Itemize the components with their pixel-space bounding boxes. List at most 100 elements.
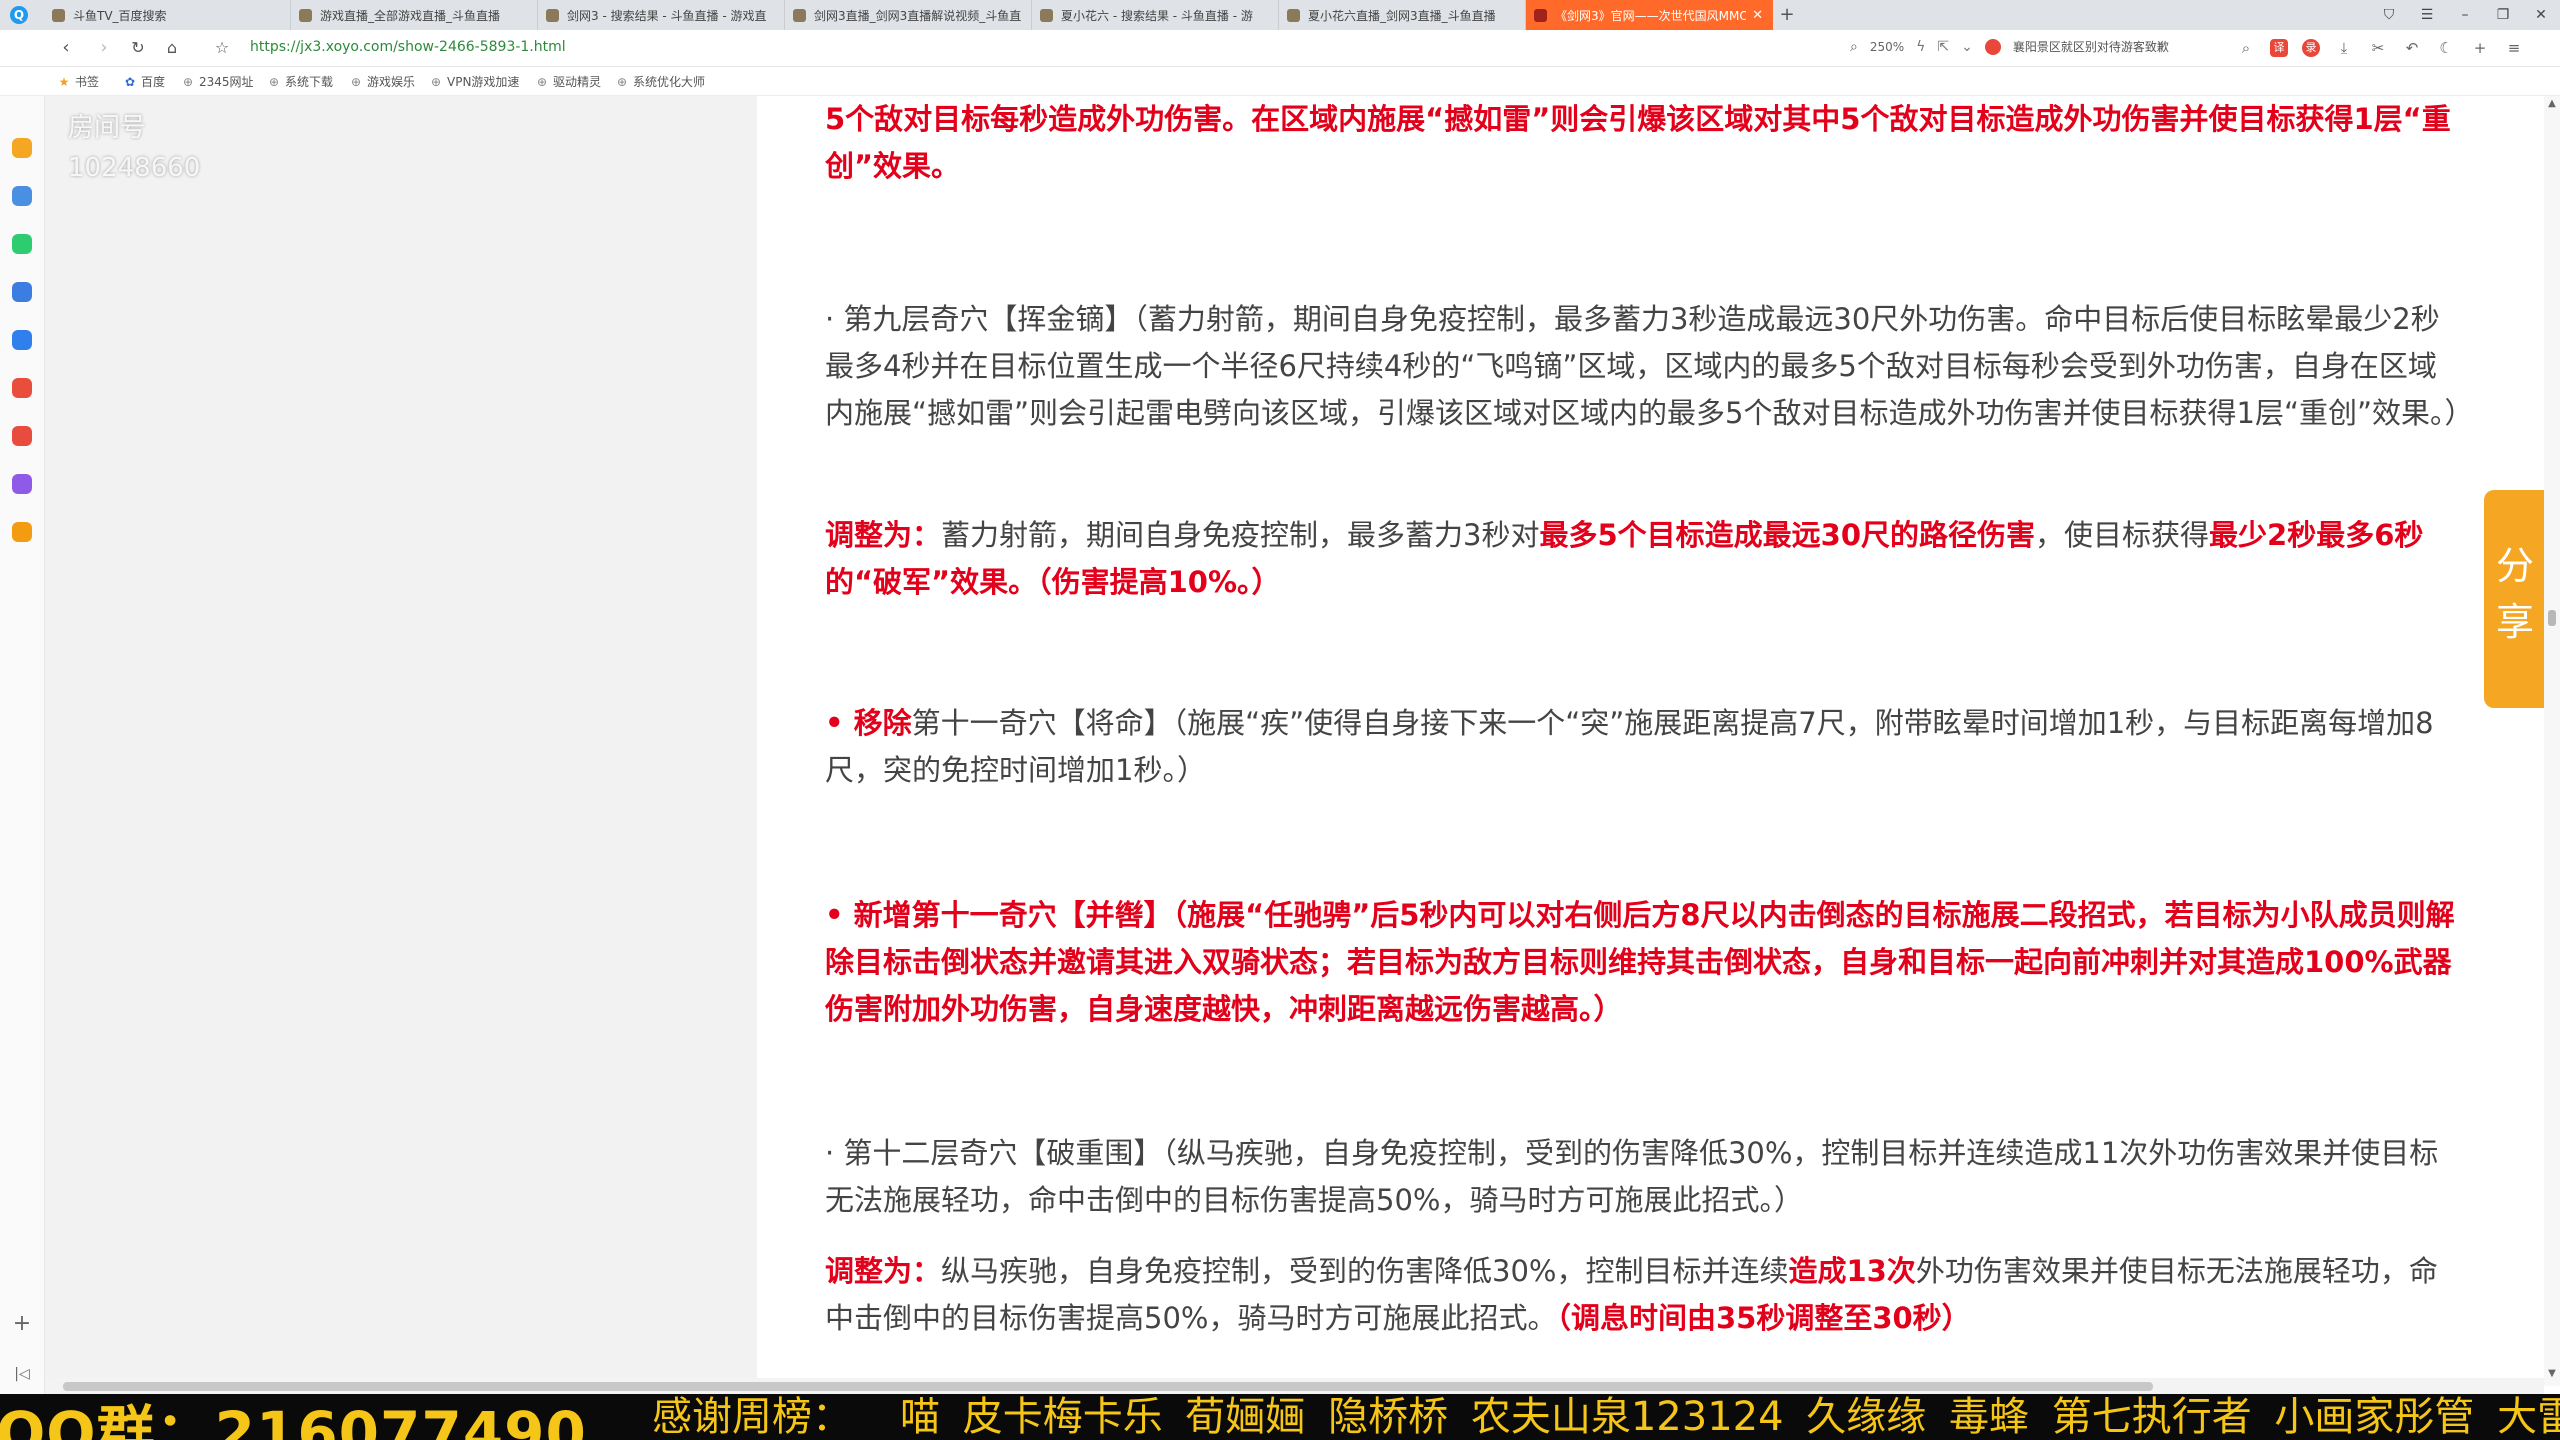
extension-icon[interactable]: 译: [2270, 39, 2288, 57]
wechat-icon[interactable]: [12, 234, 32, 254]
pdf-icon[interactable]: [12, 426, 32, 446]
tab-jx3-official[interactable]: 《剑网3》官网——次世代国风MMO ✕: [1526, 0, 1773, 30]
bookmark-item[interactable]: ⊕ 2345网址: [182, 73, 254, 90]
tab-close-icon[interactable]: ✕: [1752, 8, 1763, 23]
globe-icon: ⊕: [350, 74, 362, 89]
note-icon[interactable]: [12, 474, 32, 494]
window-controls: ⛉ ☰ – ❐ ✕: [2370, 0, 2560, 30]
vertical-scroll-thumb[interactable]: [2548, 610, 2556, 626]
tab-xiaohua-live[interactable]: 夏小花六直播_剑网3直播_斗鱼直播: [1279, 0, 1526, 30]
zoom-icon[interactable]: ⌕: [1850, 39, 1858, 55]
tab-favicon-icon: [793, 8, 806, 22]
horizontal-scrollbar[interactable]: [45, 1378, 2544, 1394]
add-panel-icon[interactable]: +: [12, 1313, 32, 1335]
add-icon[interactable]: +: [2470, 38, 2490, 58]
scissors-icon[interactable]: ✂: [2368, 38, 2388, 58]
account-icon[interactable]: 录: [2302, 39, 2320, 57]
history-icon[interactable]: [12, 186, 32, 206]
new-tab-button[interactable]: +: [1773, 0, 1801, 30]
menu-icon[interactable]: ☰: [2408, 0, 2446, 30]
tab-favicon-icon: [1040, 8, 1053, 22]
room-label: 房间号: [68, 113, 147, 143]
bookmark-item[interactable]: ✿ 百度: [124, 73, 165, 90]
tab-baidu-search[interactable]: 斗鱼TV_百度搜索: [44, 0, 291, 30]
browser-logo-icon[interactable]: Q: [10, 6, 28, 24]
search-icon[interactable]: ⌕: [2236, 38, 2256, 58]
download-icon[interactable]: ⤓: [2334, 38, 2354, 58]
forward-icon[interactable]: ›: [92, 36, 116, 60]
weekly-thanks-names: 喵 皮卡梅卡乐 荀婳婳 隐桥桥 农夫山泉123124 久缘缘 毒蜂 第七执行者 …: [900, 1394, 2560, 1440]
side-panel: + |◁: [0, 96, 45, 1394]
chevron-down-icon[interactable]: ⌄: [1961, 39, 1973, 55]
paragraph-layer9-original: · 第九层奇穴【挥金镝】（蓄力射箭，期间自身免疫控制，最多蓄力3秒造成最远30尺…: [825, 302, 2474, 430]
bookmark-item[interactable]: ★ 书签: [58, 73, 99, 90]
search-tool-icon[interactable]: [12, 522, 32, 542]
tab-favicon-icon: [52, 8, 65, 22]
tab-label: 游戏直播_全部游戏直播_斗鱼直播: [320, 8, 501, 23]
article-body: 5个敌对目标每秒造成外功伤害。在区域内施展“撼如雷”则会引爆该区域对其中5个敌对…: [757, 96, 2532, 1386]
tab-label: 斗鱼TV_百度搜索: [73, 8, 167, 23]
wardrobe-icon[interactable]: ⛉: [2370, 0, 2408, 30]
game-icon[interactable]: [12, 282, 32, 302]
bookmark-item[interactable]: ⊕ 驱动精灵: [536, 73, 601, 90]
favorite-star-icon[interactable]: ☆: [210, 36, 234, 60]
restore-icon[interactable]: ❐: [2484, 0, 2522, 30]
bookmark-item[interactable]: ⊕ VPN游戏加速: [430, 73, 519, 90]
tab-label: 《剑网3》官网——次世代国风MMO: [1555, 8, 1747, 23]
remove-label: • 移除: [825, 706, 912, 740]
collapse-panel-icon[interactable]: |◁: [12, 1364, 32, 1384]
reload-icon[interactable]: ↻: [126, 36, 150, 60]
share-page-icon[interactable]: ⇱: [1937, 39, 1949, 55]
stream-banner: QQ群：216077490 感谢周榜： 喵 皮卡梅卡乐 荀婳婳 隐桥桥 农夫山泉…: [0, 1394, 2560, 1440]
news-ticker[interactable]: 襄阳景区就区别对待游客致歉: [2013, 38, 2169, 55]
zoom-level[interactable]: 250%: [1870, 40, 1904, 54]
more-menu-icon[interactable]: ≡: [2504, 38, 2524, 58]
lightning-icon[interactable]: ϟ: [1916, 39, 1925, 55]
bookmarks-bar: ★ 书签 ✿ 百度 ⊕ 2345网址 ⊕ 系统下载 ⊕ 游戏娱乐 ⊕ VPN游戏加速 ⊕ 驱动…: [0, 67, 2560, 96]
tab-jx3-live[interactable]: 剑网3直播_剑网3直播解说视频_斗鱼直: [785, 0, 1032, 30]
tab-douyu-games[interactable]: 游戏直播_全部游戏直播_斗鱼直播: [291, 0, 538, 30]
chat-icon[interactable]: [12, 330, 32, 350]
bookmark-item[interactable]: ⊕ 系统优化大师: [616, 73, 705, 90]
tab-xiaohua-search[interactable]: 夏小花六 - 搜索结果 - 斗鱼直播 - 游: [1032, 0, 1279, 30]
scroll-up-icon[interactable]: ▲: [2546, 98, 2558, 109]
adjust-label: 调整为：: [825, 518, 942, 552]
close-window-icon[interactable]: ✕: [2522, 0, 2560, 30]
tab-jx3-search[interactable]: 剑网3 - 搜索结果 - 斗鱼直播 - 游戏直: [538, 0, 785, 30]
star-icon: ★: [58, 74, 70, 89]
bookmark-item[interactable]: ⊕ 游戏娱乐: [350, 73, 415, 90]
tab-bar: Q 斗鱼TV_百度搜索 游戏直播_全部游戏直播_斗鱼直播 剑网3 - 搜索结果 …: [0, 0, 2560, 30]
adjust-label: 调整为：: [825, 1254, 942, 1288]
paragraph-layer11-removed: • 移除第十一奇穴【将命】（施展“疾”使得自身接下来一个“突”施展距离提高7尺，…: [825, 706, 2434, 787]
baidu-icon: ✿: [124, 74, 136, 89]
minimize-icon[interactable]: –: [2446, 0, 2484, 30]
share-button[interactable]: 分享: [2484, 490, 2546, 708]
paragraph-layer12-original: · 第十二层奇穴【破重围】（纵马疾驰，自身免疫控制，受到的伤害降低30%，控制目…: [825, 1136, 2439, 1217]
back-icon[interactable]: ‹: [54, 36, 78, 60]
paragraph-layer9-adjusted: 调整为：蓄力射箭，期间自身免疫控制，最多蓄力3秒对最多5个目标造成最远30尺的路…: [825, 518, 2424, 599]
weibo-icon[interactable]: [12, 378, 32, 398]
bookmark-item[interactable]: ⊕ 系统下载: [268, 73, 333, 90]
night-mode-icon[interactable]: ☾: [2436, 38, 2456, 58]
page-margin: [45, 96, 757, 1386]
toolbar-icons: ⌕ 译 录 ⤓ ✂ ↶ ☾ + ≡: [2236, 38, 2524, 58]
favorites-icon[interactable]: [12, 138, 32, 158]
globe-icon: ⊕: [616, 74, 628, 89]
room-overlay: 房间号 10248660: [68, 108, 200, 188]
undo-icon[interactable]: ↶: [2402, 38, 2422, 58]
horizontal-scroll-thumb[interactable]: [63, 1382, 2153, 1391]
tab-list: 斗鱼TV_百度搜索 游戏直播_全部游戏直播_斗鱼直播 剑网3 - 搜索结果 - …: [44, 0, 1801, 30]
globe-icon: ⊕: [430, 74, 442, 89]
globe-icon: ⊕: [268, 74, 280, 89]
tab-label: 夏小花六 - 搜索结果 - 斗鱼直播 - 游: [1061, 8, 1253, 23]
url-field[interactable]: https://jx3.xoyo.com/show-2466-5893-1.ht…: [250, 39, 566, 55]
tab-label: 夏小花六直播_剑网3直播_斗鱼直播: [1308, 8, 1496, 23]
scroll-down-icon[interactable]: ▼: [2546, 1368, 2558, 1379]
home-icon[interactable]: ⌂: [160, 36, 184, 60]
room-number: 10248660: [68, 153, 201, 183]
paragraph-layer11-added: • 新增第十一奇穴【并辔】（施展“任驰骋”后5秒内可以对右侧后方8尺以内击倒态的…: [825, 898, 2455, 1026]
vertical-scrollbar[interactable]: ▲ ▼: [2544, 96, 2560, 1386]
globe-icon: ⊕: [536, 74, 548, 89]
tab-label: 剑网3直播_剑网3直播解说视频_斗鱼直: [814, 8, 1021, 23]
news-icon[interactable]: [1984, 38, 2001, 55]
